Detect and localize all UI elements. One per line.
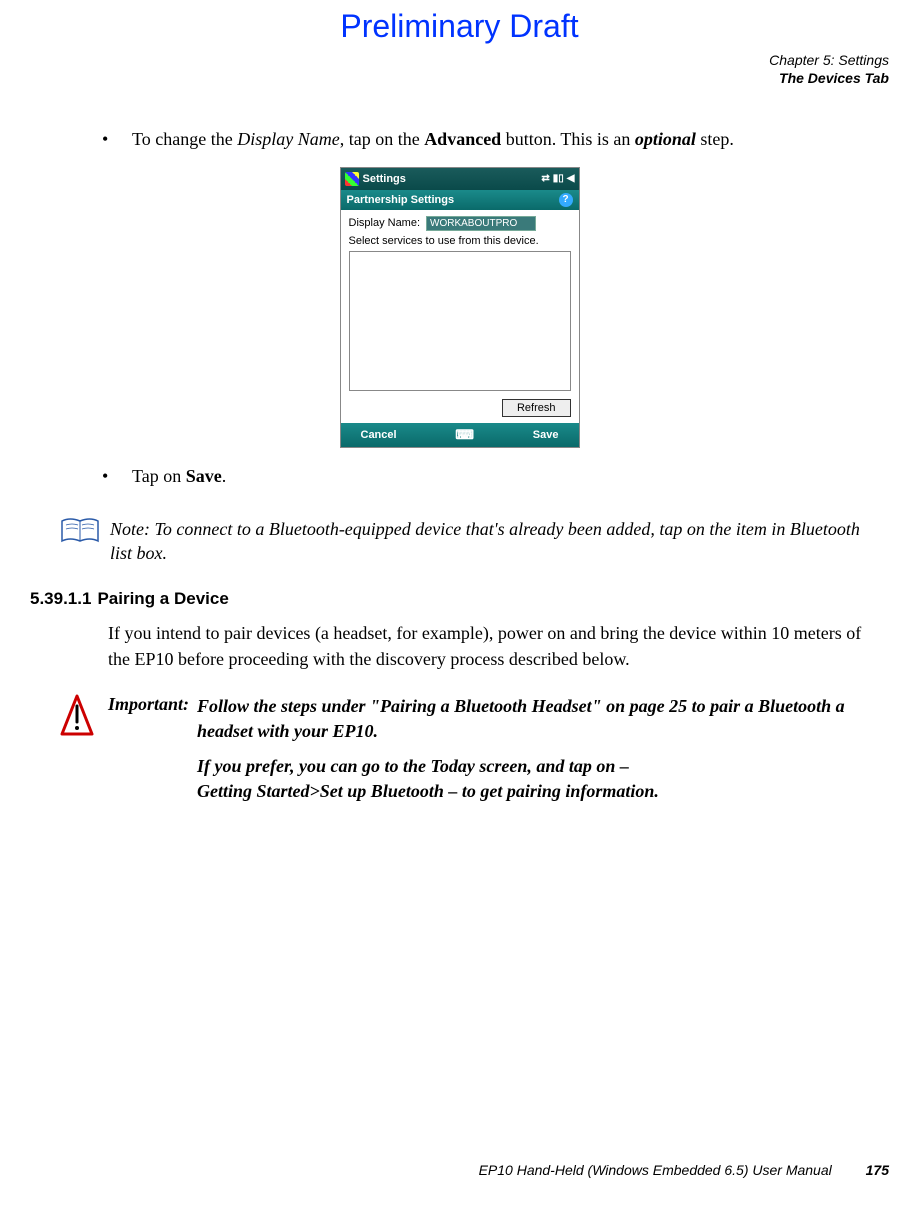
instr1-mid: , tap on the [340, 129, 424, 149]
subsection-heading: 5.39.1.1Pairing a Device [30, 589, 889, 621]
windows-flag-icon [345, 172, 359, 186]
chapter-line-1: Chapter 5: Settings [0, 51, 889, 69]
important-p2a: If you prefer, you can go to the Today s… [197, 756, 629, 776]
instr1-displayname: Display Name [237, 129, 340, 149]
services-listbox[interactable] [349, 251, 571, 391]
signal-icon: ▮▯ [553, 173, 564, 184]
instr2-pre: Tap on [132, 466, 186, 486]
instr1-advanced: Advanced [424, 129, 501, 149]
important-label: Important: [108, 694, 189, 815]
partnership-settings-screenshot: Settings ⇄ ▮▯ ◀ Partnership Settings ? D… [340, 167, 580, 448]
subsection-body: If you intend to pair devices (a headset… [30, 621, 889, 693]
connectivity-icon: ⇄ [541, 173, 549, 184]
refresh-button[interactable]: Refresh [502, 399, 571, 417]
keyboard-icon[interactable]: ⌨ [455, 427, 474, 443]
help-icon[interactable]: ? [559, 193, 573, 207]
speaker-icon: ◀ [567, 173, 575, 184]
device-subtitle: Partnership Settings [347, 194, 455, 206]
chapter-line-2: The Devices Tab [0, 69, 889, 87]
services-label: Select services to use from this device. [349, 235, 571, 247]
important-p2b: Getting Started>Set up Bluetooth – to ge… [197, 781, 659, 801]
warning-icon [60, 694, 94, 815]
important-p1: Follow the steps under "Pairing a Blueto… [197, 694, 879, 744]
save-button[interactable]: Save [533, 429, 559, 441]
instr1-optional: optional [635, 129, 696, 149]
note-book-icon [60, 517, 100, 566]
instruction-change-display-name: • To change the Display Name, tap on the… [30, 127, 889, 166]
subsection-number: 5.39.1.1 [30, 589, 97, 608]
footer-page-number: 175 [836, 1162, 889, 1178]
display-name-input[interactable]: WORKABOUTPRO [426, 216, 536, 231]
instr1-pre: To change the [132, 129, 237, 149]
instr2-post: . [222, 466, 227, 486]
cancel-button[interactable]: Cancel [361, 429, 397, 441]
bullet-icon: • [102, 127, 132, 152]
preliminary-draft-banner: Preliminary Draft [0, 0, 919, 45]
device-title: Settings [363, 173, 406, 185]
bullet-icon: • [102, 464, 132, 489]
instr1-post: step. [696, 129, 734, 149]
chapter-header: Chapter 5: Settings The Devices Tab [0, 45, 919, 87]
note-block: Note: To connect to a Bluetooth-equipped… [30, 517, 889, 566]
instr1-mid2: button. This is an [501, 129, 635, 149]
device-subtitle-bar: Partnership Settings ? [341, 190, 579, 210]
page-footer: EP10 Hand-Held (Windows Embedded 6.5) Us… [479, 1162, 889, 1178]
display-name-label: Display Name: [349, 217, 421, 229]
instruction-tap-save: • Tap on Save. [30, 464, 889, 503]
subsection-title: Pairing a Device [97, 589, 228, 608]
instr2-save: Save [186, 466, 222, 486]
tray-icons: ⇄ ▮▯ ◀ [541, 173, 574, 184]
note-label: Note: [110, 519, 150, 539]
note-text: To connect to a Bluetooth-equipped devic… [110, 519, 860, 563]
important-block: Important: Follow the steps under "Pairi… [30, 694, 889, 815]
footer-title: EP10 Hand-Held (Windows Embedded 6.5) Us… [479, 1162, 832, 1178]
device-titlebar: Settings ⇄ ▮▯ ◀ [341, 168, 579, 190]
